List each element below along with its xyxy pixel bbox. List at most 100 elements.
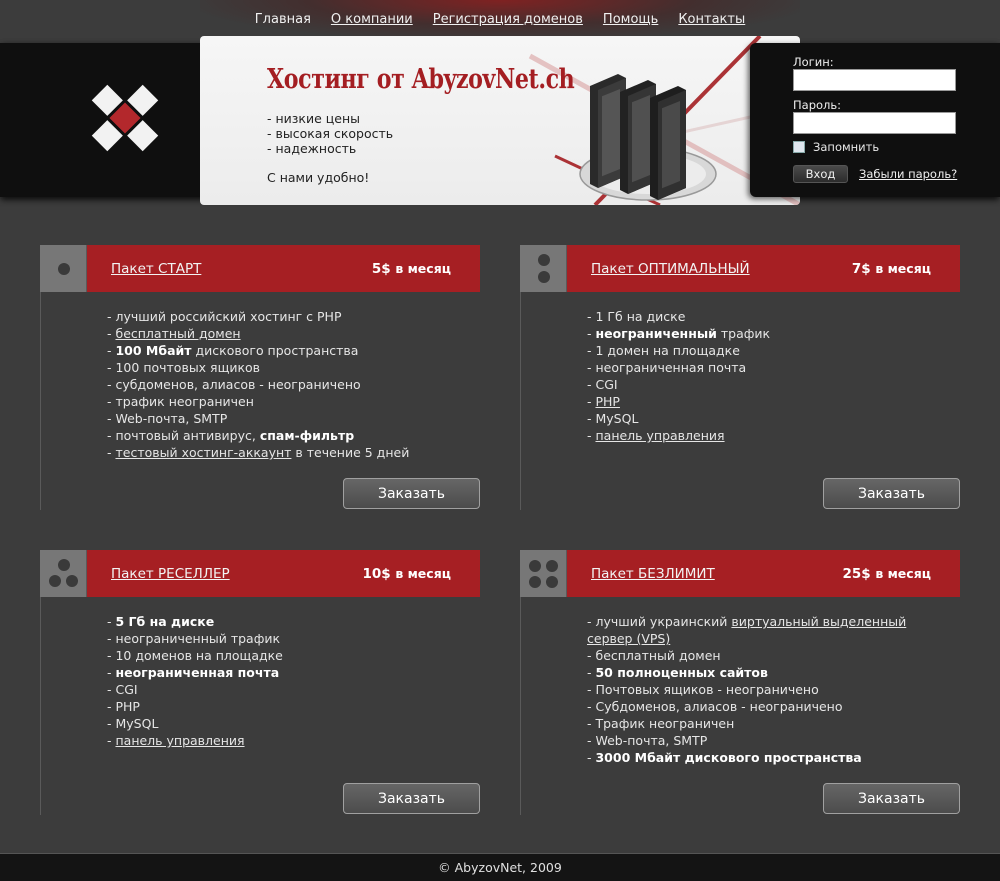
feature-item: - PHP — [107, 698, 437, 715]
package-divider — [520, 292, 521, 510]
feature-item: - панель управления — [107, 732, 437, 749]
banner-bullet: - надежность — [267, 141, 357, 156]
remember-checkbox[interactable] — [793, 141, 805, 153]
feature-text: - неограниченная почта — [587, 360, 747, 375]
nav-help-link[interactable]: Помощь — [603, 12, 658, 27]
promo-banner: Хостинг от AbyzovNet.ch - низкие цены - … — [200, 36, 800, 205]
feature-text: - Web-почта, SMTP — [107, 411, 228, 426]
package-name-link[interactable]: Пакет БЕЗЛИМИТ — [591, 566, 715, 582]
feature-item: - трафик неограничен — [107, 393, 437, 410]
feature-text: - Web-почта, SMTP — [587, 733, 708, 748]
three-dots-icon — [49, 559, 78, 587]
nav-about-link[interactable]: О компании — [331, 12, 413, 27]
feature-text: в течение 5 дней — [291, 445, 410, 460]
package-price: 25$ в месяц — [842, 566, 931, 582]
feature-item: - тестовый хостинг-аккаунт в течение 5 д… — [107, 444, 437, 461]
feature-text: - субдоменов, алиасов - неограничено — [107, 377, 361, 392]
feature-item: - субдоменов, алиасов - неограничено — [107, 376, 437, 393]
feature-text: - лучший российский хостинг с PHP — [107, 309, 342, 324]
feature-text: - неограниченный трафик — [107, 631, 281, 646]
order-button[interactable]: Заказать — [823, 478, 960, 509]
two-dots-icon — [538, 254, 550, 283]
remember-label: Запомнить — [813, 140, 880, 154]
order-button[interactable]: Заказать — [823, 783, 960, 814]
feature-item: - бесплатный домен — [107, 325, 437, 342]
package-features: - 5 Гб на диске - неограниченный трафик - … — [107, 613, 437, 749]
feature-item: - неограниченная почта — [587, 359, 917, 376]
feature-item: - лучший российский хостинг с PHP — [107, 308, 437, 325]
feature-highlight: 5 Гб на диске — [115, 614, 215, 629]
feature-item: - MySQL — [107, 715, 437, 732]
feature-item: - почтовый антивирус, спам-фильтр — [107, 427, 437, 444]
feature-link[interactable]: панель управления — [115, 733, 244, 748]
package-name-link[interactable]: Пакет ОПТИМАЛЬНЫЙ — [591, 261, 750, 277]
feature-text: - 100 почтовых ящиков — [107, 360, 261, 375]
banner-tagline: С нами удобно! — [267, 170, 370, 185]
banner-bullet-list: - низкие цены - высокая скорость - надеж… — [267, 111, 393, 156]
feature-highlight: неограниченный — [595, 326, 717, 341]
feature-item: - CGI — [587, 376, 917, 393]
feature-item: - лучший украинский виртуальный выделенн… — [587, 613, 917, 647]
package-divider — [40, 597, 41, 815]
feature-item: - неограниченная почта — [107, 664, 437, 681]
feature-text: - лучший украинский — [587, 614, 732, 629]
nav-domains-link[interactable]: Регистрация доменов — [433, 12, 583, 27]
feature-item: - Субдоменов, алиасов - неограничено — [587, 698, 917, 715]
feature-item: - неограниченный трафик — [587, 325, 917, 342]
four-dots-icon — [529, 560, 558, 588]
package-features: - 1 Гб на диске - неограниченный трафик - … — [587, 308, 917, 444]
feature-text: - бесплатный домен — [587, 648, 721, 663]
feature-item: - MySQL — [587, 410, 917, 427]
feature-item: - 50 полноценных сайтов — [587, 664, 917, 681]
feature-text: - Почтовых ящиков - неограничено — [587, 682, 819, 697]
remember-row: Запомнить — [793, 140, 879, 154]
feature-item: - CGI — [107, 681, 437, 698]
nav-contacts-link[interactable]: Контакты — [678, 12, 745, 27]
feature-link[interactable]: тестовый хостинг-аккаунт — [115, 445, 291, 460]
feature-item: - 3000 Мбайт дискового пространства — [587, 749, 917, 766]
top-navigation: Главная О компании Регистрация доменов П… — [0, 12, 1000, 27]
package-name-link[interactable]: Пакет РЕСЕЛЛЕР — [111, 566, 230, 582]
package-icon-cell — [40, 245, 87, 292]
login-input[interactable] — [793, 69, 956, 91]
feature-link[interactable]: бесплатный домен — [115, 326, 240, 341]
login-submit-button[interactable]: Вход — [793, 165, 848, 183]
package-name-link[interactable]: Пакет СТАРТ — [111, 261, 201, 277]
order-button[interactable]: Заказать — [343, 478, 480, 509]
banner-bullet: - высокая скорость — [267, 126, 394, 141]
diamond-logo-icon[interactable] — [78, 71, 172, 165]
servers-illustration-icon — [579, 74, 717, 201]
feature-text: - MySQL — [587, 411, 639, 426]
feature-highlight: спам-фильтр — [259, 428, 355, 443]
footer: © AbyzovNet, 2009 — [0, 853, 1000, 881]
package-price: 10$ в месяц — [362, 566, 451, 582]
feature-item: - 100 Мбайт дискового пространства — [107, 342, 437, 359]
package-icon-cell — [520, 550, 567, 597]
feature-text: - PHP — [107, 699, 140, 714]
feature-link[interactable]: PHP — [595, 394, 619, 409]
package-price: 5$ в месяц — [371, 261, 451, 277]
package-reseller: Пакет РЕСЕЛЛЕР 10$ в месяц - 5 Гб на дис… — [40, 550, 480, 815]
feature-text: - MySQL — [107, 716, 159, 731]
feature-item: - 100 почтовых ящиков — [107, 359, 437, 376]
feature-text: - трафик неограничен — [107, 394, 254, 409]
package-features: - лучший российский хостинг с PHP - беспл… — [107, 308, 437, 461]
feature-item: - 1 домен на площадке — [587, 342, 917, 359]
package-price: 7$ в месяц — [851, 261, 931, 277]
password-input[interactable] — [793, 112, 956, 134]
feature-text: дискового пространства — [191, 343, 359, 358]
feature-text: - Трафик неограничен — [587, 716, 735, 731]
forgot-password-link[interactable]: Забыли пароль? — [859, 167, 957, 181]
feature-link[interactable]: панель управления — [595, 428, 724, 443]
feature-text: - CGI — [107, 682, 138, 697]
nav-home-link[interactable]: Главная — [255, 12, 311, 27]
package-start: Пакет СТАРТ 5$ в месяц - лучший российск… — [40, 245, 480, 510]
package-features: - лучший украинский виртуальный выделенн… — [587, 613, 917, 766]
feature-text: - 1 Гб на диске — [587, 309, 686, 324]
feature-item: - PHP — [587, 393, 917, 410]
banner-bullet: - низкие цены — [267, 111, 361, 126]
order-button[interactable]: Заказать — [343, 783, 480, 814]
feature-item: - 5 Гб на диске — [107, 613, 437, 630]
package-icon-cell — [520, 245, 567, 292]
feature-item: - 1 Гб на диске — [587, 308, 917, 325]
